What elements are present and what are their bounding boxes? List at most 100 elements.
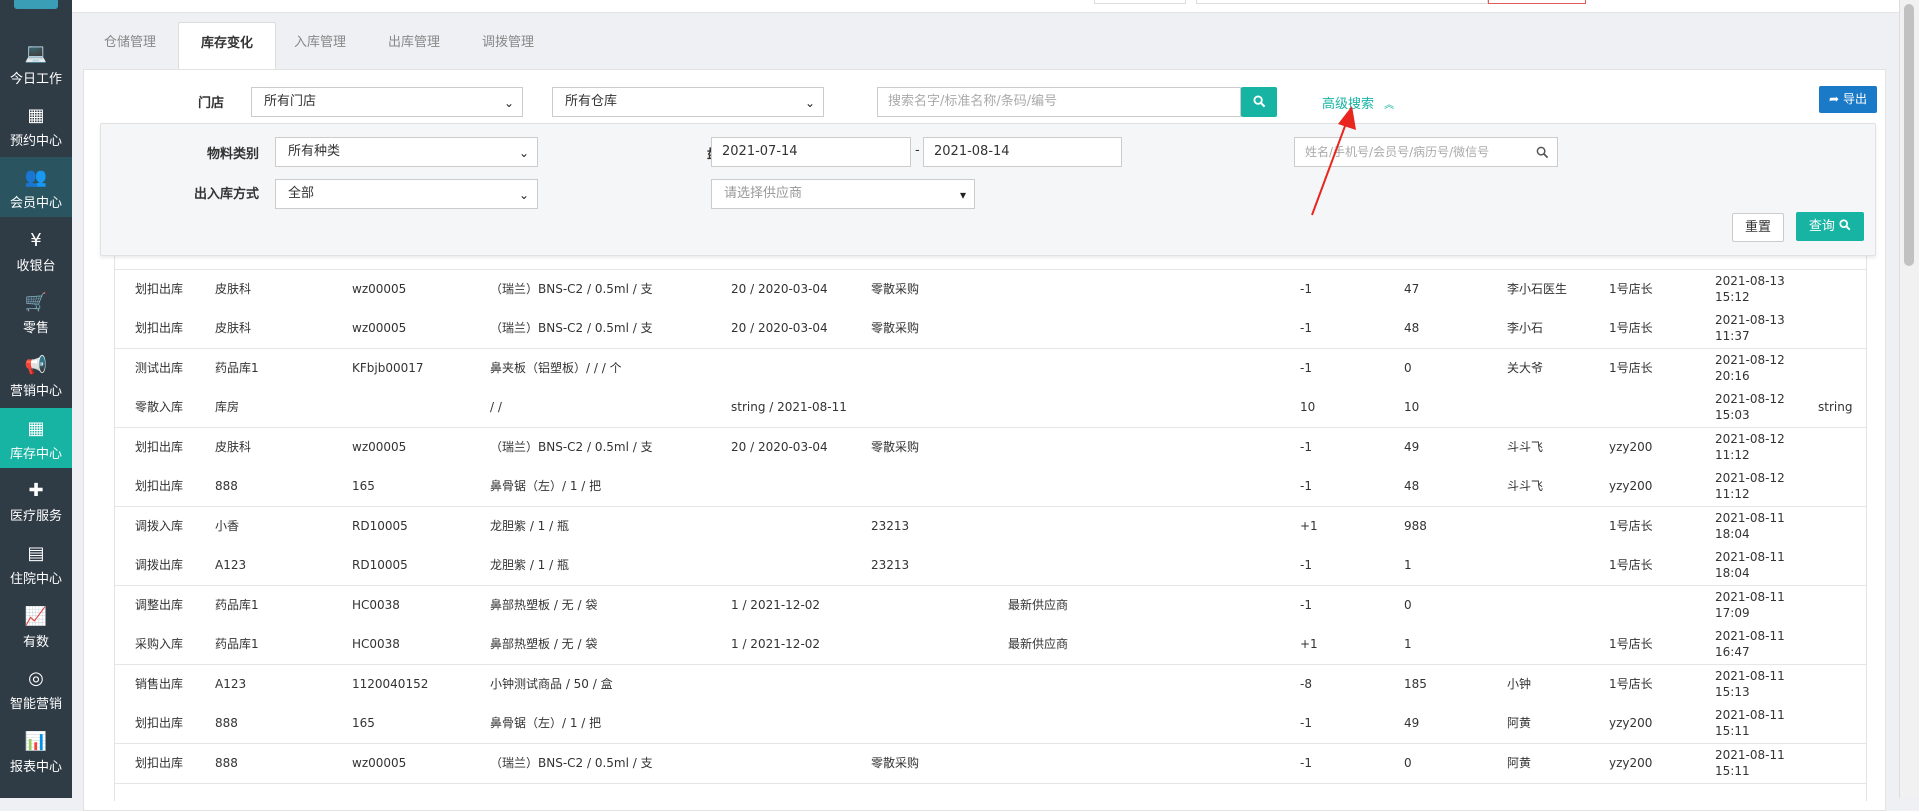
share-icon: ➦: [1829, 92, 1840, 106]
stock-change-table: 划扣出库 皮肤科 wz00005 （瑞兰）BNS-C2 / 0.5ml / 支 20 /…: [114, 245, 1867, 801]
sidebar-item-4[interactable]: 🛒 零售: [0, 282, 72, 342]
header-search[interactable]: [1196, 0, 1488, 4]
tab-stock-changes[interactable]: 库存变化: [178, 22, 276, 71]
cell-code: RD10005: [352, 518, 408, 533]
megaphone-icon: 📢: [24, 355, 48, 376]
tab-outbound[interactable]: 出库管理: [368, 22, 460, 70]
sidebar-item-label: 今日工作: [9, 72, 62, 87]
yen-icon: ¥: [30, 230, 42, 251]
sidebar-item-0[interactable]: 💻 今日工作: [0, 33, 72, 93]
cell-type: 划扣出库: [135, 479, 184, 493]
sidebar-item-2[interactable]: 👥 会员中心: [0, 157, 72, 217]
cell-operator: 1号店长: [1609, 676, 1653, 691]
sidebar-item-6[interactable]: ▦ 库存中心: [0, 408, 72, 468]
cell-customer: 关大爷: [1507, 360, 1544, 375]
table-row[interactable]: 划扣出库 888 165 鼻骨锯（左）/ 1 / 把 -1 49 阿黄 yzy200 2021-…: [115, 704, 1866, 744]
cell-date: 2021-08-13: [1715, 273, 1785, 288]
category-select[interactable]: 所有种类 ⌄: [275, 137, 538, 167]
cell-time: 16:47: [1715, 645, 1750, 659]
cell-stock: 185: [1404, 676, 1427, 691]
cell-source: 零散采购: [871, 321, 920, 335]
table-row[interactable]: 零散入库 库房 / / string / 2021-08-11 10 10 string 20…: [115, 388, 1866, 428]
inout-select[interactable]: 全部 ⌄: [275, 179, 538, 209]
cell-item: 鼻夹板（铝塑板）/ / / 个: [490, 360, 622, 375]
cell-batch: 20 / 2020-03-04: [731, 321, 828, 335]
store-select[interactable]: 所有门店 ⌄: [251, 87, 523, 117]
sidebar-item-8[interactable]: ▤ 住院中心: [0, 533, 72, 593]
cell-type: 划扣出库: [135, 439, 184, 454]
cell-datetime: 2021-08-11 16:47: [1715, 625, 1785, 667]
scrollbar-thumb[interactable]: [1904, 4, 1914, 266]
sidebar-item-1[interactable]: ▦ 预约中心: [0, 95, 72, 155]
tab-storage[interactable]: 仓储管理: [84, 22, 176, 70]
app-logo[interactable]: [14, 0, 58, 9]
table-row[interactable]: 调拨出库 A123 RD10005 龙胆紫 / 1 / 瓶 23213 -1 1 1号店长 20…: [115, 546, 1866, 586]
top-header: [72, 0, 1900, 13]
cell-code: HC0038: [352, 597, 400, 612]
cell-code: wz00005: [352, 281, 407, 296]
sidebar-item-label: 营销中心: [9, 384, 62, 399]
cell-batch: 1 / 2021-12-02: [731, 597, 821, 612]
cell-type: 销售出库: [135, 676, 184, 691]
cell-stock: 47: [1404, 281, 1420, 296]
sidebar-item-5[interactable]: 📢 营销中心: [0, 345, 72, 405]
cell-item: （瑞兰）BNS-C2 / 0.5ml / 支: [490, 321, 653, 335]
sidebar-item-label: 会员中心: [9, 196, 62, 211]
export-button[interactable]: ➦ 导出: [1819, 86, 1877, 113]
date-start-input[interactable]: 2021-07-14: [711, 137, 911, 167]
cell-type: 划扣出库: [135, 716, 184, 730]
sidebar-item-3[interactable]: ¥ 收银台: [0, 220, 72, 280]
tab-transfer[interactable]: 调拨管理: [462, 22, 554, 70]
sidebar-item-10[interactable]: ◎ 智能营销: [0, 658, 72, 718]
sidebar-item-11[interactable]: 📊 报表中心: [0, 721, 72, 781]
date-end-input[interactable]: 2021-08-14: [923, 137, 1122, 167]
table-row[interactable]: 采购入库 药品库1 HC0038 鼻部热塑板 / 无 / 袋 1 / 2021-12-0…: [115, 625, 1866, 665]
header-alert-button[interactable]: [1488, 0, 1586, 4]
vertical-scrollbar[interactable]: [1899, 0, 1919, 798]
annotation-arrow-icon: [1311, 106, 1356, 216]
cell-warehouse: 药品库1: [215, 637, 259, 651]
warehouse-select[interactable]: 所有仓库 ⌄: [552, 87, 824, 117]
table-row[interactable]: 销售出库 A123 1120040152 小钟测试商品 / 50 / 盒 -8 185 小钟…: [115, 664, 1866, 705]
cell-item: 鼻部热塑板 / 无 / 袋: [490, 637, 598, 651]
table-row[interactable]: 划扣出库 888 wz00005 （瑞兰）BNS-C2 / 0.5ml / 支 零散采购…: [115, 743, 1866, 784]
reset-button[interactable]: 重置: [1732, 213, 1784, 242]
cell-time: 18:04: [1715, 566, 1750, 580]
cell-warehouse: 库房: [215, 400, 240, 414]
table-row[interactable]: 调拨入库 小香 RD10005 龙胆紫 / 1 / 瓶 23213 +1 988 1号店长 20…: [115, 506, 1866, 547]
advanced-search-panel: 物料类别 所有种类 ⌄ 出入库方式 全部 ⌄ 盘点日期 2021-07-14 -…: [100, 123, 1876, 256]
sidebar-item-9[interactable]: 📈 有数: [0, 596, 72, 656]
date-separator: -: [915, 143, 920, 158]
table-row[interactable]: 划扣出库 皮肤科 wz00005 （瑞兰）BNS-C2 / 0.5ml / 支 20 /…: [115, 269, 1866, 310]
cell-item: 鼻部热塑板 / 无 / 袋: [490, 597, 598, 612]
cell-qty: -1: [1300, 597, 1312, 612]
cell-qty: -1: [1300, 558, 1312, 572]
cart-icon: 🛒: [24, 292, 48, 313]
search-input[interactable]: 搜索名字/标准名称/条码/编号: [877, 87, 1241, 117]
tab-inbound[interactable]: 入库管理: [274, 22, 366, 70]
sidebar-item-7[interactable]: ✚ 医疗服务: [0, 470, 72, 530]
table-row[interactable]: 调整出库 药品库1 HC0038 鼻部热塑板 / 无 / 袋 1 / 2021-12-0…: [115, 585, 1866, 626]
cell-datetime: 2021-08-12 11:12: [1715, 428, 1785, 470]
cell-item: 小钟测试商品 / 50 / 盒: [490, 676, 613, 691]
cell-stock: 988: [1404, 518, 1427, 533]
cell-customer: 阿黄: [1507, 716, 1532, 730]
search-button[interactable]: [1241, 87, 1277, 117]
sidebar-item-label: 有数: [22, 635, 49, 650]
cell-date: 2021-08-11: [1715, 708, 1785, 722]
table-row[interactable]: 划扣出库 皮肤科 wz00005 （瑞兰）BNS-C2 / 0.5ml / 支 20 /…: [115, 427, 1866, 470]
query-button[interactable]: 查询: [1796, 212, 1864, 241]
cell-operator: 1号店长: [1609, 558, 1653, 572]
supplier-select[interactable]: 请选择供应商 ▾: [711, 179, 975, 209]
cell-type: 采购入库: [135, 637, 184, 651]
table-row[interactable]: 划扣出库 888 165 鼻骨锯（左）/ 1 / 把 -1 48 斗斗飞 yzy200 2021…: [115, 467, 1866, 507]
cell-time: 17:09: [1715, 605, 1750, 620]
query-label: 查询: [1808, 219, 1835, 234]
table-row[interactable]: 划扣出库 皮肤科 wz00005 （瑞兰）BNS-C2 / 0.5ml / 支 20 /…: [115, 309, 1866, 349]
header-control[interactable]: [1094, 0, 1186, 4]
cell-date: 2021-08-12: [1715, 352, 1785, 367]
cell-qty: 10: [1300, 400, 1316, 414]
sidebar-item-label: 库存中心: [9, 447, 62, 462]
cell-warehouse: A123: [215, 558, 247, 572]
table-row[interactable]: 测试出库 药品库1 KFbjb00017 鼻夹板（铝塑板）/ / / 个 -1 0 关大爷 1…: [115, 348, 1866, 389]
